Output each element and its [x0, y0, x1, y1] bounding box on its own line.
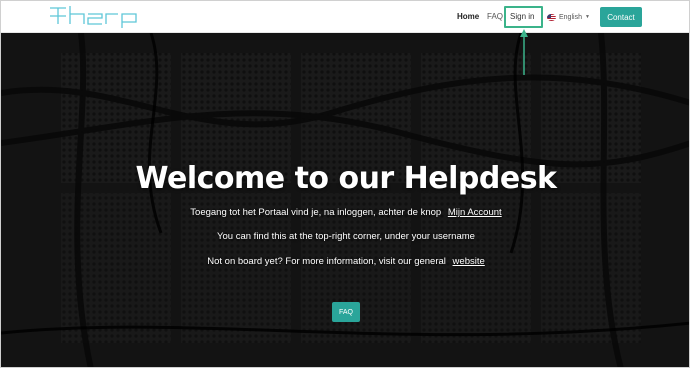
faq-button[interactable]: FAQ: [332, 302, 360, 322]
language-selector[interactable]: English ▼: [547, 12, 590, 22]
caret-down-icon: ▼: [584, 14, 590, 20]
navbar: Home FAQ Sign in English ▼ Contact: [1, 1, 689, 33]
hero-line-portal-text: Toegang tot het Portaal vind je, na inlo…: [190, 207, 442, 218]
website-link[interactable]: website: [453, 256, 485, 267]
us-flag-icon: [547, 13, 556, 21]
nav-faq-link[interactable]: FAQ: [487, 12, 503, 21]
hero-title: Welcome to our Helpdesk: [135, 161, 557, 196]
nav-signin-link[interactable]: Sign in: [510, 12, 534, 21]
nav-home-link[interactable]: Home: [457, 12, 479, 21]
language-label: English: [559, 13, 582, 21]
hero-line-portal: Toegang tot het Portaal vind je, na inlo…: [1, 207, 689, 218]
arrow-up-icon: [520, 29, 528, 75]
hero-line-info: Not on board yet? For more information, …: [1, 256, 689, 267]
therp-logo[interactable]: [48, 4, 140, 28]
hero-line-info-text: Not on board yet? For more information, …: [207, 256, 446, 267]
hero-section: Welcome to our Helpdesk Toegang tot het …: [1, 33, 689, 367]
page-frame: Home FAQ Sign in English ▼ Contact Welco…: [0, 0, 690, 368]
contact-button[interactable]: Contact: [600, 7, 642, 27]
mijn-account-link[interactable]: Mijn Account: [448, 207, 502, 218]
hero-line-location: You can find this at the top-right corne…: [217, 231, 475, 242]
